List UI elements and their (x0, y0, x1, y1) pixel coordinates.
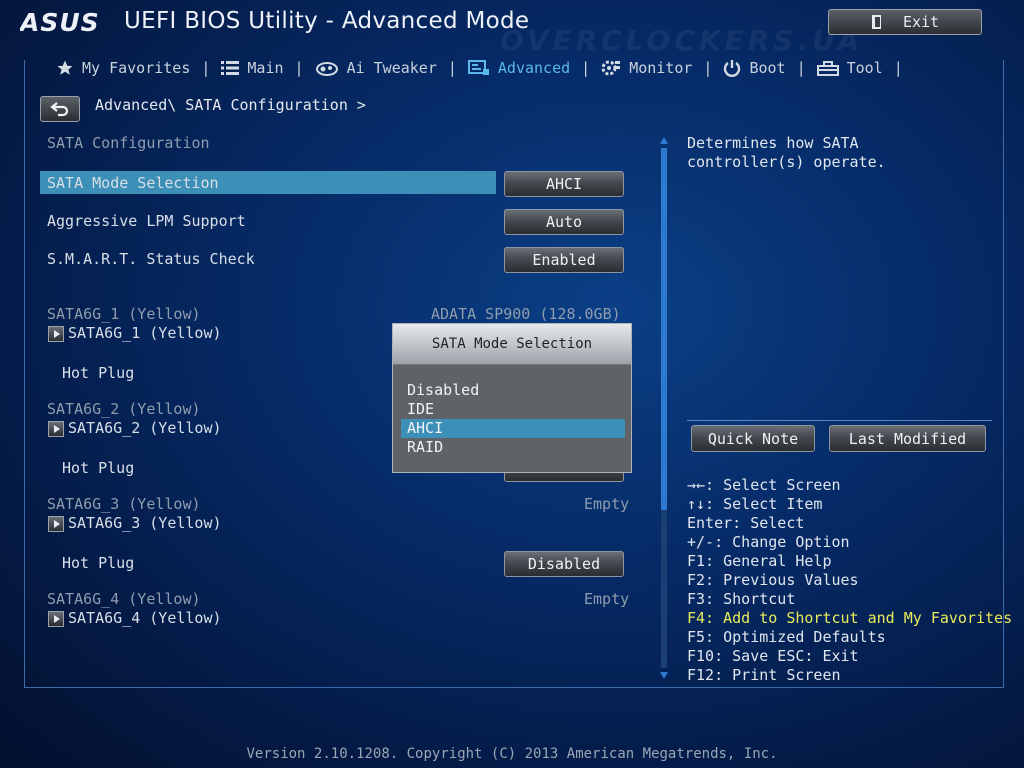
tab-tool[interactable]: Tool (807, 59, 893, 77)
power-icon (724, 60, 741, 77)
help-description: Determines how SATA controller(s) operat… (687, 134, 886, 171)
port-submenu-label: SATA6G_3 (Yellow) (68, 514, 222, 532)
tab-my-favorites[interactable]: My Favorites (46, 59, 200, 77)
port-device: Empty (584, 590, 630, 608)
tab-monitor[interactable]: Monitor (591, 59, 702, 77)
tab-label: Ai Tweaker (346, 59, 437, 77)
smart-label[interactable]: S.M.A.R.T. Status Check (47, 250, 255, 268)
port-header: SATA6G_1 (Yellow) (47, 305, 201, 323)
tab-boot[interactable]: Boot (713, 59, 795, 77)
tab-advanced[interactable]: Advanced (458, 59, 580, 77)
sata-mode-label[interactable]: SATA Mode Selection (47, 174, 219, 192)
tab-separator: | (581, 59, 591, 77)
hot-plug-label[interactable]: Hot Plug (62, 459, 134, 477)
back-arrow-icon (50, 102, 69, 117)
exit-button[interactable]: Exit (828, 9, 982, 35)
watermark: OVERCLOCKERS.UA (500, 24, 864, 57)
port-header: SATA6G_4 (Yellow) (47, 590, 201, 608)
key-hint-highlighted: F4: Add to Shortcut and My Favorites (687, 609, 1013, 627)
tab-separator: | (893, 59, 903, 77)
back-button[interactable] (40, 96, 80, 122)
key-hint: F10: Save ESC: Exit (687, 647, 859, 665)
monitor-icon (601, 60, 621, 76)
scroll-down-icon[interactable] (659, 670, 669, 680)
tab-bar: My Favorites | Main | Ai Tweaker | Advan… (46, 56, 904, 80)
tab-ai-tweaker[interactable]: Ai Tweaker (305, 59, 447, 77)
tool-icon (816, 61, 839, 76)
key-hint: F2: Previous Values (687, 571, 859, 589)
tweaker-icon (315, 62, 338, 76)
submenu-arrow-icon (48, 420, 64, 437)
popup-option-ahci[interactable]: AHCI (401, 419, 625, 438)
port-header: SATA6G_3 (Yellow) (47, 495, 201, 513)
popup-option-disabled[interactable]: Disabled (401, 381, 625, 400)
asus-logo: ASUS (20, 8, 100, 36)
key-legend: →←: Select Screen ↑↓: Select Item Enter:… (687, 476, 1012, 685)
footer-version: Version 2.10.1208. Copyright (C) 2013 Am… (246, 746, 778, 762)
key-hint: F3: Shortcut (687, 590, 796, 608)
tab-label: My Favorites (82, 59, 191, 77)
last-modified-button[interactable]: Last Modified (829, 425, 986, 452)
scrollbar-thumb[interactable] (661, 148, 667, 510)
port-submenu[interactable]: SATA6G_1 (Yellow) (48, 324, 222, 342)
hot-plug-label[interactable]: Hot Plug (62, 554, 134, 572)
key-hint: →←: Select Screen (687, 476, 841, 494)
breadcrumb: Advanced\ SATA Configuration > (95, 96, 366, 114)
tab-label: Monitor (629, 59, 693, 77)
scroll-up-icon[interactable] (659, 136, 669, 146)
hot-plug-value-button[interactable]: Disabled (504, 551, 624, 577)
port-submenu-label: SATA6G_1 (Yellow) (68, 324, 222, 342)
exit-label: Exit (902, 13, 940, 31)
sata-mode-popup: SATA Mode Selection Disabled IDE AHCI RA… (392, 323, 632, 473)
lpm-value-button[interactable]: Auto (504, 209, 624, 235)
key-hint: +/-: Change Option (687, 533, 850, 551)
sata-mode-value-button[interactable]: AHCI (504, 171, 624, 197)
right-divider (687, 420, 992, 421)
svg-text:ASUS: ASUS (20, 8, 100, 36)
port-submenu-label: SATA6G_4 (Yellow) (68, 609, 222, 627)
submenu-arrow-icon (48, 325, 64, 342)
smart-value-button[interactable]: Enabled (504, 247, 624, 273)
tab-separator: | (201, 59, 211, 77)
hot-plug-label[interactable]: Hot Plug (62, 364, 134, 382)
list-icon (221, 61, 240, 75)
tab-main[interactable]: Main (211, 59, 293, 77)
app-title: UEFI BIOS Utility - Advanced Mode (124, 8, 530, 34)
tab-separator: | (447, 59, 457, 77)
popup-option-raid[interactable]: RAID (401, 438, 625, 457)
tab-separator: | (703, 59, 713, 77)
tab-label: Main (247, 59, 284, 77)
star-icon (57, 60, 73, 75)
key-hint: Enter: Select (687, 514, 805, 532)
key-hint: ↑↓: Select Item (687, 495, 823, 513)
section-title: SATA Configuration (47, 134, 210, 152)
quick-note-button[interactable]: Quick Note (691, 425, 815, 452)
key-hint: F12: Print Screen (687, 666, 841, 684)
port-submenu[interactable]: SATA6G_4 (Yellow) (48, 609, 222, 627)
lpm-label[interactable]: Aggressive LPM Support (47, 212, 246, 230)
port-device: ADATA SP900 (128.0GB) (431, 305, 621, 323)
exit-door-icon (871, 15, 881, 29)
key-hint: F5: Optimized Defaults (687, 628, 886, 646)
tab-label: Boot (749, 59, 786, 77)
port-submenu[interactable]: SATA6G_2 (Yellow) (48, 419, 222, 437)
tab-label: Advanced (497, 59, 571, 77)
port-submenu-label: SATA6G_2 (Yellow) (68, 419, 222, 437)
submenu-arrow-icon (48, 515, 64, 532)
port-submenu[interactable]: SATA6G_3 (Yellow) (48, 514, 222, 532)
tab-label: Tool (846, 59, 883, 77)
popup-title: SATA Mode Selection (393, 324, 631, 365)
port-device: Empty (584, 495, 630, 513)
tab-separator: | (796, 59, 806, 77)
tab-separator: | (294, 59, 304, 77)
port-header: SATA6G_2 (Yellow) (47, 400, 201, 418)
key-hint: F1: General Help (687, 552, 832, 570)
submenu-arrow-icon (48, 610, 64, 627)
popup-option-ide[interactable]: IDE (401, 400, 625, 419)
advanced-icon (467, 60, 489, 75)
